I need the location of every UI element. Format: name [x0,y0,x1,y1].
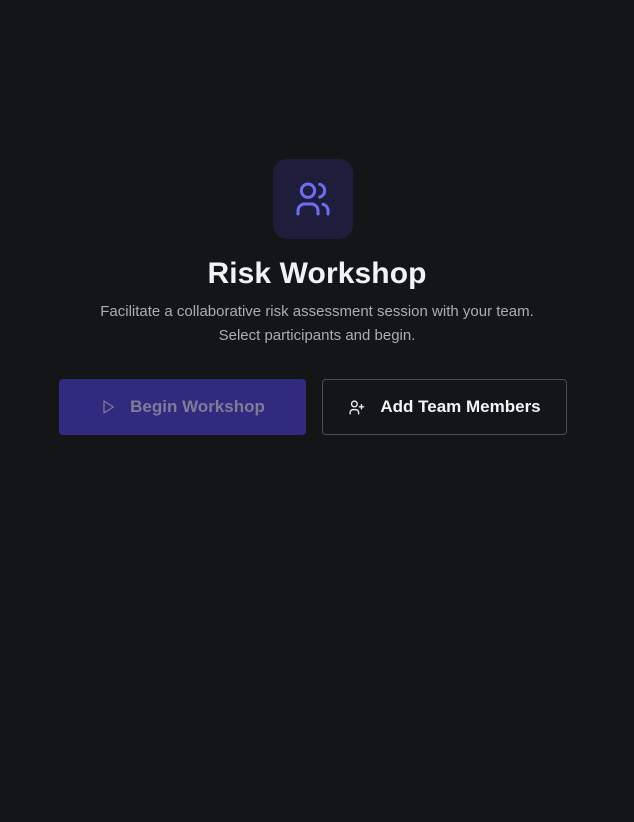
add-team-members-label: Add Team Members [380,397,541,416]
page-title: Risk Workshop [207,257,427,290]
play-icon [100,399,116,415]
user-plus-icon [348,399,365,416]
begin-workshop-label: Begin Workshop [130,397,265,416]
hero-icon-tile [273,159,353,239]
page-subtitle: Facilitate a collaborative risk assessme… [100,303,534,344]
add-team-members-button[interactable]: Add Team Members [322,379,567,435]
users-icon [293,179,333,219]
begin-workshop-button[interactable]: Begin Workshop [59,379,306,435]
